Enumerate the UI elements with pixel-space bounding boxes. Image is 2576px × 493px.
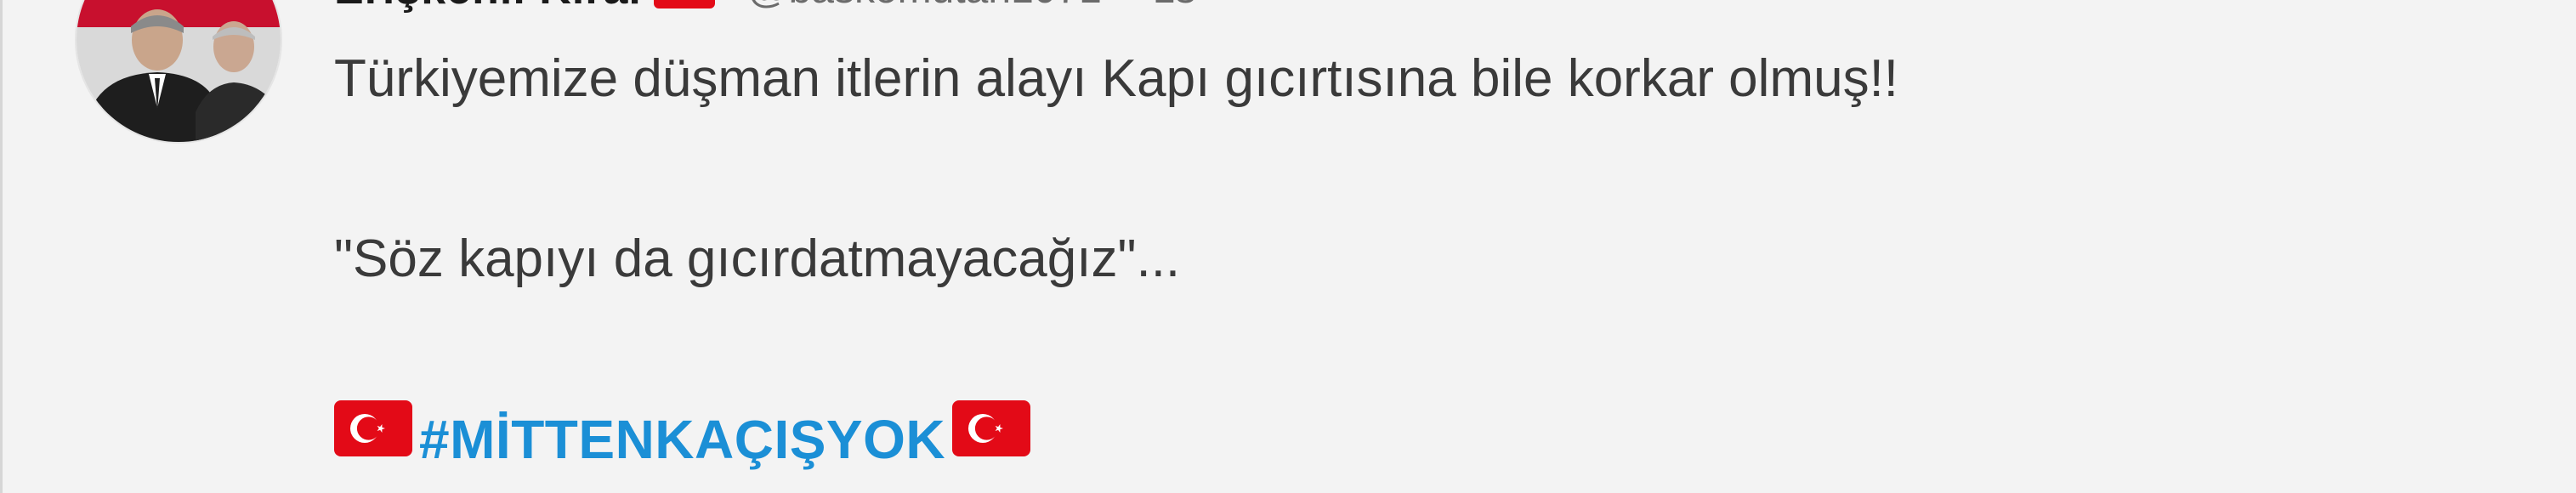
tweet-text: Türkiyemize düşman itlerin alayı Kapı gı… [334,34,2511,484]
tweet-text-line: Türkiyemize düşman itlerin alayı Kapı gı… [334,49,1899,108]
tweet-text-blank-line [334,304,2511,394]
turkish-flag-icon [334,394,412,484]
user-avatar-photo-icon [77,0,281,142]
author-handle[interactable]: @baskomutan1071 [747,0,1102,13]
tweet-text-line: "Söz kapıyı da gıcırdatmayacağız"... [334,230,1181,288]
hashtag-line: #MİTTENKAÇIŞYOK [334,394,2511,484]
meta-separator: · [1121,0,1134,13]
turkish-flag-icon [653,0,715,13]
hashtag-link[interactable]: #MİTTENKAÇIŞYOK [419,394,945,484]
tweet-card: Erişkenli Kıral @baskomutan1071 · 1s Tür… [0,0,2576,493]
tweet-text-blank-line [334,124,2511,214]
turkish-flag-icon [952,394,1031,484]
tweet-header: Erişkenli Kıral @baskomutan1071 · 1s [334,0,1196,14]
author-display-name[interactable]: Erişkenli Kıral [334,0,642,14]
author-avatar[interactable] [75,0,282,144]
tweet-time[interactable]: 1s [1153,0,1196,13]
